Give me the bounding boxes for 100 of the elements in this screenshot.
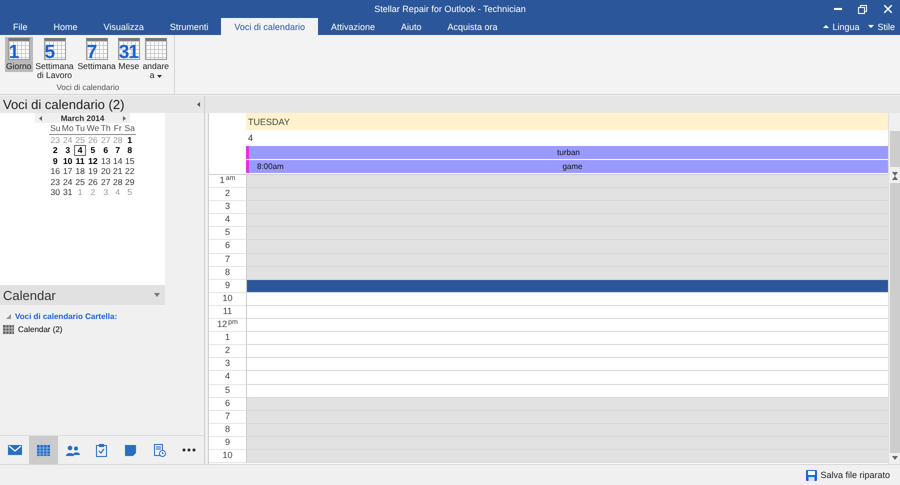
previous-icon[interactable] xyxy=(39,116,42,120)
save-repaired-file-button[interactable]: Salva file riparato xyxy=(806,470,890,480)
calendar-day[interactable]: 6 xyxy=(100,145,112,156)
collapse-icon[interactable] xyxy=(197,102,200,107)
calendar-icon xyxy=(37,444,50,456)
calendar-view-icon: 31 xyxy=(118,38,140,60)
time-slot[interactable] xyxy=(246,280,888,293)
ribbon-button[interactable]: 1 Giorno xyxy=(5,37,33,72)
hour-label: 9 xyxy=(209,280,246,293)
scroll-up-icon[interactable] xyxy=(892,176,898,180)
hour-label: 7 xyxy=(209,410,246,424)
caret-icon xyxy=(868,24,874,29)
calendar-day[interactable]: 19 xyxy=(86,166,100,176)
calendar-view-icon: 7 xyxy=(86,38,108,60)
hour-label: 8 xyxy=(209,266,246,280)
calendar-day[interactable]: 1 xyxy=(124,134,136,145)
calendar-day[interactable]: 10 xyxy=(61,156,74,166)
menu-dropdown[interactable]: Stile xyxy=(864,18,900,35)
event-title: turban xyxy=(556,148,581,157)
hour-label: 7 xyxy=(209,254,246,267)
hour-label: 2 xyxy=(209,345,246,358)
calendar-day[interactable]: 21 xyxy=(112,166,124,176)
expand-icon[interactable] xyxy=(6,314,11,318)
ribbon-button[interactable]: 7 Settimana xyxy=(76,37,117,72)
caret-icon xyxy=(823,24,830,29)
folder-label[interactable]: Voci di calendario Cartella: xyxy=(15,312,118,320)
calendar-view-icon: 1 xyxy=(8,38,30,60)
menu-tab[interactable]: Attivazione xyxy=(318,18,388,35)
calendar-day[interactable]: 3 xyxy=(61,145,74,156)
hour-label: 5 xyxy=(209,384,246,398)
calendar-day[interactable]: 28 xyxy=(112,176,124,187)
dropdown-icon[interactable] xyxy=(154,293,160,297)
menu-tab[interactable]: Visualizza xyxy=(90,18,157,35)
more-icon xyxy=(182,448,196,452)
meridiem-label: am xyxy=(226,175,236,182)
hour-label: 8 xyxy=(209,424,246,437)
weekday-label: We xyxy=(86,123,100,134)
calendar-day[interactable]: 27 xyxy=(100,176,112,187)
calendar-day[interactable]: 24 xyxy=(61,176,74,187)
menu-tab[interactable]: File xyxy=(0,18,41,35)
calendar-day[interactable]: 8 xyxy=(124,145,136,156)
journal-icon xyxy=(154,444,166,456)
calendar-day[interactable]: 15 xyxy=(124,156,136,166)
calendar-day[interactable]: 7 xyxy=(112,145,124,156)
hour-label: 4 xyxy=(209,214,246,228)
calendar-day[interactable]: 5 xyxy=(86,145,100,156)
ribbon-button[interactable]: 31 Mese xyxy=(116,37,141,72)
menu-tab[interactable]: Home xyxy=(40,18,91,35)
folder-item[interactable]: Calendar (2) xyxy=(18,324,62,334)
menu-tab[interactable]: Voci di calendario xyxy=(221,18,318,35)
weekday-label: Su xyxy=(49,123,62,134)
calendar-day[interactable]: 11 xyxy=(74,156,86,166)
scroll-down-icon[interactable] xyxy=(892,172,898,176)
calendar-day[interactable]: 17 xyxy=(61,166,74,176)
hour-label: 2 xyxy=(209,188,246,202)
calendar-day[interactable]: 2 xyxy=(49,145,62,156)
hour-label: 12$^{pm}$ xyxy=(209,319,246,332)
calendar-day[interactable]: 26 xyxy=(86,176,100,187)
hour-label: 10 xyxy=(209,450,246,464)
menu-dropdown[interactable]: Lingua xyxy=(819,18,864,35)
hour-label: 10 xyxy=(209,292,246,306)
calendar-day[interactable]: 16 xyxy=(49,166,62,176)
calendar-day[interactable]: 22 xyxy=(124,166,136,176)
next-icon[interactable] xyxy=(123,116,126,120)
event-time: 8:00am xyxy=(256,162,285,171)
hour-label: 3 xyxy=(209,358,246,372)
hour-label: 6 xyxy=(209,240,246,254)
calendar-view-icon: 5 xyxy=(44,38,66,60)
hour-label: 1$^{am}$ xyxy=(209,175,246,188)
scrollbar-thumb[interactable] xyxy=(890,130,900,166)
calendar-day[interactable]: 18 xyxy=(74,166,86,176)
hour-label: 11 xyxy=(209,306,246,320)
hour-label: 3 xyxy=(209,201,246,214)
pane-title: Voci di calendario (2) xyxy=(3,97,124,112)
calendar-day[interactable]: 13 xyxy=(100,156,112,166)
calendar-day[interactable]: 25 xyxy=(74,176,86,187)
calendar-day[interactable]: 31 xyxy=(61,187,74,198)
ribbon-button[interactable]: 5 Settimana di Lavoro xyxy=(32,37,77,81)
menu-tab[interactable]: Strumenti xyxy=(156,18,222,35)
hour-label: 5 xyxy=(209,227,246,240)
calendar-day[interactable]: 20 xyxy=(100,166,112,176)
ribbon-button[interactable]: andare a xyxy=(140,37,171,81)
calendar-day[interactable]: 23 xyxy=(49,176,62,187)
calendar-day[interactable]: 12 xyxy=(86,156,100,166)
menu-tab[interactable]: Aiuto xyxy=(388,18,434,35)
weekday-label: Th xyxy=(100,123,112,134)
calendar-day[interactable]: 14 xyxy=(112,156,124,166)
menu-tab[interactable]: Acquista ora xyxy=(434,18,511,35)
hour-label: 4 xyxy=(209,371,246,384)
scroll-down-icon[interactable] xyxy=(892,456,898,460)
calendar-event[interactable]: 8:00am game xyxy=(246,160,888,173)
ribbon-group-label: Voci di calendario xyxy=(56,83,120,94)
calendar-day[interactable]: 4 xyxy=(74,145,86,156)
calendar-day[interactable]: 29 xyxy=(124,176,136,187)
weekday-label: Fr xyxy=(112,123,124,134)
calendar-day[interactable]: 30 xyxy=(49,187,62,198)
weekday-label: Sa xyxy=(124,123,136,134)
scrollbar-thumb[interactable] xyxy=(890,183,900,453)
calendar-day[interactable]: 9 xyxy=(49,156,62,166)
calendar-event[interactable]: turban xyxy=(246,146,888,159)
